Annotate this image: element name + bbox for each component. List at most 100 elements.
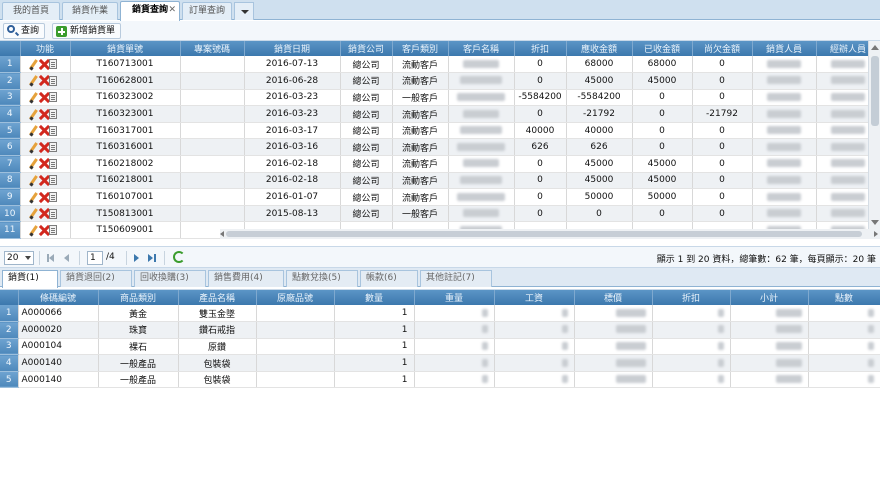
edit-icon[interactable] [29, 192, 38, 203]
tab-sales[interactable]: 銷貨(1) [2, 270, 58, 288]
edit-icon[interactable] [29, 109, 38, 120]
tab-sales-query[interactable]: 銷貨查詢 ✕ [120, 1, 180, 21]
next-page-icon[interactable] [134, 254, 139, 262]
document-icon[interactable] [48, 75, 57, 86]
column-header[interactable]: 銷貨單號 [70, 41, 181, 56]
document-icon[interactable] [48, 125, 57, 136]
delete-icon[interactable] [39, 92, 48, 103]
table-row[interactable]: 4 T160323001 2016-03-23 總公司 流動客戶 0 -21792 0 -217… [0, 105, 880, 123]
delete-icon[interactable] [39, 142, 48, 153]
column-header[interactable]: 銷貨公司 [340, 41, 393, 56]
close-icon[interactable]: ✕ [168, 2, 176, 19]
prev-page-icon[interactable] [64, 254, 69, 262]
vertical-scrollbar[interactable] [868, 41, 880, 229]
edit-icon[interactable] [29, 225, 38, 236]
delete-icon[interactable] [39, 59, 48, 70]
page-number-input[interactable]: 1 [87, 251, 103, 265]
table-row[interactable]: 7 T160218002 2016-02-18 總公司 流動客戶 0 45000 45000 0 [0, 155, 880, 173]
column-header[interactable]: 原廠品號 [256, 290, 335, 305]
delete-icon[interactable] [39, 192, 48, 203]
edit-icon[interactable] [29, 175, 38, 186]
sales-order-number[interactable]: T150813001 [70, 205, 181, 223]
tab-sales-expense[interactable]: 銷售費用(4) [208, 270, 284, 287]
table-row[interactable]: 6 T160316001 2016-03-16 總公司 流動客戶 626 626 0 0 [0, 138, 880, 157]
column-header[interactable]: 標價 [574, 290, 653, 305]
table-row[interactable]: 1 T160713001 2016-07-13 總公司 流動客戶 0 68000 68000 0 [0, 56, 880, 74]
scroll-right-icon[interactable] [874, 231, 878, 237]
tab-other-notes[interactable]: 其他註記(7) [420, 270, 492, 287]
table-row[interactable]: 3 T160323002 2016-03-23 總公司 一般客戶 -5584200 -558… [0, 89, 880, 107]
edit-icon[interactable] [29, 125, 38, 136]
tab-sales-operation[interactable]: 銷貨作業 [62, 2, 118, 20]
document-icon[interactable] [48, 109, 57, 120]
column-header[interactable]: 條碼編號 [18, 290, 99, 305]
table-row[interactable]: 9 T160107001 2016-01-07 總公司 流動客戶 0 50000 50000 0 [0, 188, 880, 206]
column-header[interactable]: 重量 [414, 290, 495, 305]
scroll-thumb[interactable] [226, 231, 862, 237]
edit-icon[interactable] [29, 208, 38, 219]
document-icon[interactable] [48, 192, 57, 203]
document-icon[interactable] [48, 208, 57, 219]
document-icon[interactable] [48, 59, 57, 70]
scroll-thumb[interactable] [871, 56, 879, 126]
delete-icon[interactable] [39, 125, 48, 136]
sales-order-number[interactable]: T160218002 [70, 155, 181, 173]
last-page-icon[interactable] [148, 254, 153, 262]
scroll-left-icon[interactable] [220, 231, 224, 237]
table-row[interactable]: 3 A000104 裸石 原鑽 1 [0, 338, 880, 356]
column-header[interactable]: 客戶類別 [392, 41, 449, 56]
table-row[interactable]: 1 A000066 黃金 雙玉金墜 1 [0, 305, 880, 323]
sales-order-number[interactable]: T160323002 [70, 89, 181, 107]
sales-order-number[interactable]: T160317001 [70, 122, 181, 140]
column-header[interactable]: 折扣 [514, 41, 567, 56]
edit-icon[interactable] [29, 158, 38, 169]
sales-order-number[interactable]: T160316001 [70, 138, 181, 157]
sales-order-number[interactable]: T160107001 [70, 188, 181, 206]
sales-order-number[interactable]: T160713001 [70, 56, 181, 74]
table-row[interactable]: 2 A000020 珠寶 鑽石戒指 1 [0, 321, 880, 339]
table-row[interactable]: 8 T160218001 2016-02-18 總公司 流動客戶 0 45000 45000 0 [0, 172, 880, 190]
search-button[interactable]: 查詢 [3, 23, 46, 39]
edit-icon[interactable] [29, 92, 38, 103]
document-icon[interactable] [48, 92, 57, 103]
document-icon[interactable] [48, 225, 57, 236]
document-icon[interactable] [48, 158, 57, 169]
scroll-up-icon[interactable] [871, 45, 879, 50]
column-header[interactable]: 數量 [334, 290, 415, 305]
first-page-icon[interactable] [49, 254, 54, 262]
delete-icon[interactable] [39, 208, 48, 219]
chevron-down-icon[interactable] [234, 2, 254, 20]
column-header[interactable]: 尚欠金額 [692, 41, 753, 56]
sales-order-number[interactable]: T150609001 [70, 221, 181, 239]
table-row[interactable]: 5 A000140 一般產品 包裝袋 1 [0, 371, 880, 389]
document-icon[interactable] [48, 175, 57, 186]
column-header[interactable]: 專案號碼 [180, 41, 245, 56]
table-row[interactable]: 5 T160317001 2016-03-17 總公司 流動客戶 40000 40000 0 0 [0, 122, 880, 140]
column-header[interactable]: 應收金額 [566, 41, 633, 56]
edit-icon[interactable] [29, 59, 38, 70]
column-header[interactable]: 銷貨人員 [752, 41, 817, 56]
column-header[interactable]: 工資 [494, 290, 575, 305]
document-icon[interactable] [48, 142, 57, 153]
refresh-icon[interactable] [173, 251, 185, 263]
sales-order-number[interactable]: T160323001 [70, 105, 181, 123]
tab-order-query[interactable]: 訂單查詢 [182, 2, 232, 20]
table-row[interactable]: 4 A000140 一般產品 包裝袋 1 [0, 354, 880, 372]
delete-icon[interactable] [39, 175, 48, 186]
column-header[interactable]: 小計 [730, 290, 809, 305]
horizontal-scrollbar[interactable] [220, 229, 880, 239]
sales-order-number[interactable]: T160218001 [70, 172, 181, 190]
delete-icon[interactable] [39, 75, 48, 86]
scroll-down-icon[interactable] [871, 220, 879, 225]
table-row[interactable]: 10 T150813001 2015-08-13 總公司 一般客戶 0 0 0 0 [0, 205, 880, 223]
column-header[interactable]: 功能 [20, 41, 71, 56]
page-size-select[interactable]: 20 [4, 251, 34, 265]
column-header[interactable]: 銷貨日期 [244, 41, 341, 56]
edit-icon[interactable] [29, 142, 38, 153]
table-row[interactable]: 2 T160628001 2016-06-28 總公司 流動客戶 0 45000 45000 0 [0, 72, 880, 90]
tab-points-redeem[interactable]: 點數兌換(5) [286, 270, 358, 287]
column-header[interactable]: 折扣 [652, 290, 731, 305]
edit-icon[interactable] [29, 75, 38, 86]
tab-accounts[interactable]: 帳款(6) [360, 270, 418, 287]
tab-sales-return[interactable]: 銷貨退回(2) [60, 270, 132, 287]
